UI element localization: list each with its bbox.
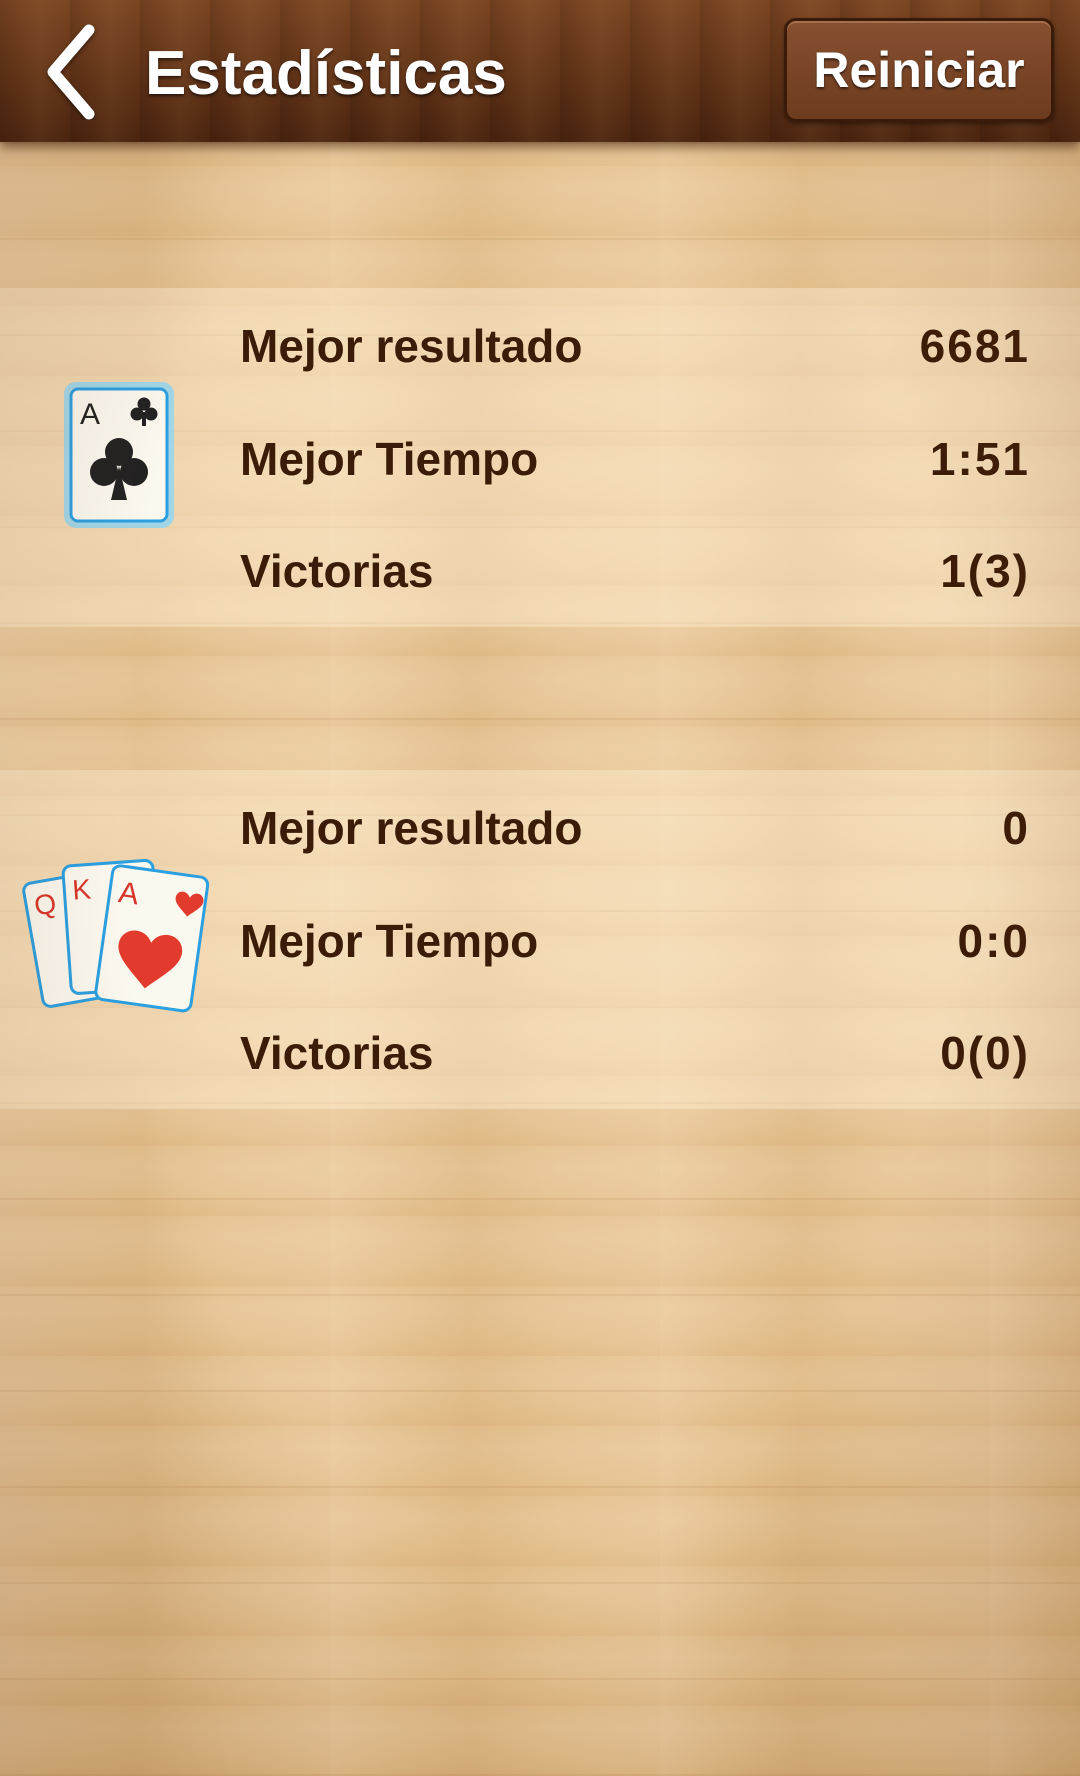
stat-value: 0:0 <box>957 914 1030 967</box>
card-rank-text: A <box>80 398 100 431</box>
card-rank-k: K <box>71 873 92 905</box>
stat-value: 0(0) <box>940 1026 1030 1079</box>
reset-button[interactable]: Reiniciar <box>784 18 1054 122</box>
stats-panel-game-1: A Mejor resultado 6681 Mejor Tiempo 1:51… <box>0 289 1080 626</box>
chevron-left-icon <box>47 24 95 120</box>
stat-label: Mejor resultado <box>240 319 583 372</box>
stat-value: 6681 <box>919 319 1030 372</box>
stat-row-wins: Victorias 0(0) <box>240 996 1030 1109</box>
stat-row-best-time: Mejor Tiempo 0:0 <box>240 884 1030 997</box>
stat-label: Mejor Tiempo <box>240 914 539 967</box>
stat-label: Victorias <box>240 1026 434 1079</box>
stat-row-best-score: Mejor resultado 6681 <box>240 289 1030 402</box>
stat-value: 1(3) <box>940 544 1030 597</box>
stat-row-wins: Victorias 1(3) <box>240 514 1030 627</box>
stat-label: Victorias <box>240 544 434 597</box>
back-button[interactable] <box>36 22 106 122</box>
stat-value: 1:51 <box>929 432 1030 485</box>
stat-row-best-time: Mejor Tiempo 1:51 <box>240 402 1030 515</box>
page-title: Estadísticas <box>145 39 507 108</box>
stats-panel-game-2: Q K A Mejor resultado 0 Mejor Tiempo 0:0 <box>0 771 1080 1108</box>
stat-label: Mejor Tiempo <box>240 432 539 485</box>
top-app-bar: Estadísticas Reiniciar <box>0 0 1080 142</box>
stat-value: 0 <box>1002 801 1030 854</box>
stat-label: Mejor resultado <box>240 801 583 854</box>
stat-row-best-score: Mejor resultado 0 <box>240 771 1030 884</box>
three-cards-hearts-icon: Q K A <box>22 851 218 1031</box>
ace-of-clubs-card-icon: A <box>64 382 174 528</box>
